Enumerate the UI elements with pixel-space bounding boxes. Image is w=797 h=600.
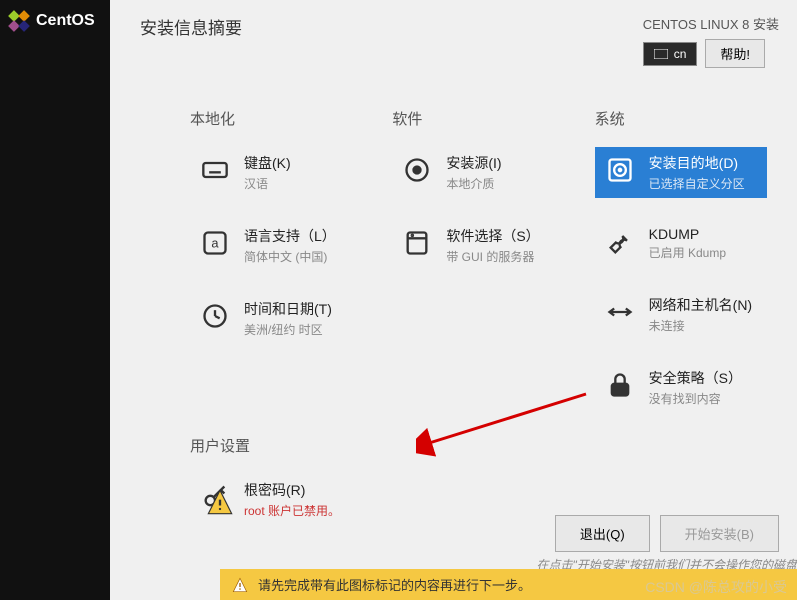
footer-buttons: 退出(Q) 开始安装(B) xyxy=(555,515,779,552)
disk-icon xyxy=(606,156,634,184)
source-sub: 本地介质 xyxy=(446,175,501,192)
watermark: CSDN @陈总攻的小受 xyxy=(645,577,787,597)
rootpw-sub: root 账户已禁用。 xyxy=(244,502,340,519)
kdump-label: KDUMP xyxy=(649,226,726,242)
kdump-sub: 已启用 Kdump xyxy=(649,244,726,261)
logo: CentOS xyxy=(0,0,110,42)
network-icon xyxy=(606,298,634,326)
security-label: 安全策略（S） xyxy=(649,368,742,388)
lock-icon xyxy=(606,371,634,399)
language-label: 语言支持（L） xyxy=(244,226,336,246)
source-label: 安装源(I) xyxy=(446,153,501,173)
keyboard-label: 键盘(K) xyxy=(244,153,291,173)
datetime-item[interactable]: 时间和日期(T) 美洲/纽约 时区 xyxy=(190,293,362,344)
quit-button[interactable]: 退出(Q) xyxy=(555,515,650,552)
kdump-item[interactable]: KDUMP 已启用 Kdump xyxy=(595,220,767,267)
svg-text:a: a xyxy=(211,236,219,251)
keyboard-icon xyxy=(654,49,668,59)
package-icon xyxy=(403,229,431,257)
begin-install-button[interactable]: 开始安装(B) xyxy=(660,515,779,552)
datetime-label: 时间和日期(T) xyxy=(244,299,332,319)
language-sub: 简体中文 (中国) xyxy=(244,248,336,265)
section-system: 系统 xyxy=(595,108,767,129)
destination-label: 安装目的地(D) xyxy=(649,153,745,173)
header: 安装信息摘要 CENTOS LINUX 8 安装 cn 帮助! xyxy=(110,0,797,68)
wrench-icon xyxy=(606,229,634,257)
network-item[interactable]: 网络和主机名(N) 未连接 xyxy=(595,289,767,340)
network-sub: 未连接 xyxy=(649,317,752,334)
help-button[interactable]: 帮助! xyxy=(705,39,765,68)
section-software: 软件 xyxy=(392,108,564,129)
selection-label: 软件选择（S） xyxy=(446,226,539,246)
lang-code: cn xyxy=(674,47,687,61)
keyboard-item[interactable]: 键盘(K) 汉语 xyxy=(190,147,362,198)
warning-icon xyxy=(232,577,248,593)
destination-item[interactable]: 安装目的地(D) 已选择自定义分区 xyxy=(595,147,767,198)
rootpw-item[interactable]: 根密码(R) root 账户已禁用。 xyxy=(190,474,440,525)
section-user: 用户设置 xyxy=(190,435,797,456)
keyboard-icon xyxy=(201,156,229,184)
datetime-sub: 美洲/纽约 时区 xyxy=(244,321,332,338)
selection-item[interactable]: 软件选择（S） 带 GUI 的服务器 xyxy=(392,220,564,271)
centos-logo-icon xyxy=(8,10,30,32)
warning-text: 请先完成带有此图标标记的内容再进行下一步。 xyxy=(258,575,531,594)
network-label: 网络和主机名(N) xyxy=(649,295,752,315)
clock-icon xyxy=(201,302,229,330)
main-panel: 安装信息摘要 CENTOS LINUX 8 安装 cn 帮助! 本地化 键盘(K… xyxy=(110,0,797,600)
selection-sub: 带 GUI 的服务器 xyxy=(446,248,539,265)
destination-sub: 已选择自定义分区 xyxy=(649,175,745,192)
disc-icon xyxy=(403,156,431,184)
keyboard-sub: 汉语 xyxy=(244,175,291,192)
language-item[interactable]: a 语言支持（L） 简体中文 (中国) xyxy=(190,220,362,271)
logo-text: CentOS xyxy=(36,12,95,30)
installer-title: CENTOS LINUX 8 安装 xyxy=(643,14,779,33)
language-icon: a xyxy=(201,229,229,257)
warning-badge-icon xyxy=(206,488,234,516)
page-title: 安装信息摘要 xyxy=(140,14,242,68)
source-item[interactable]: 安装源(I) 本地介质 xyxy=(392,147,564,198)
rootpw-label: 根密码(R) xyxy=(244,480,340,500)
security-item[interactable]: 安全策略（S） 没有找到内容 xyxy=(595,362,767,413)
security-sub: 没有找到内容 xyxy=(649,390,742,407)
sidebar: CentOS xyxy=(0,0,110,600)
keyboard-layout-indicator[interactable]: cn xyxy=(643,42,698,66)
section-localization: 本地化 xyxy=(190,108,362,129)
